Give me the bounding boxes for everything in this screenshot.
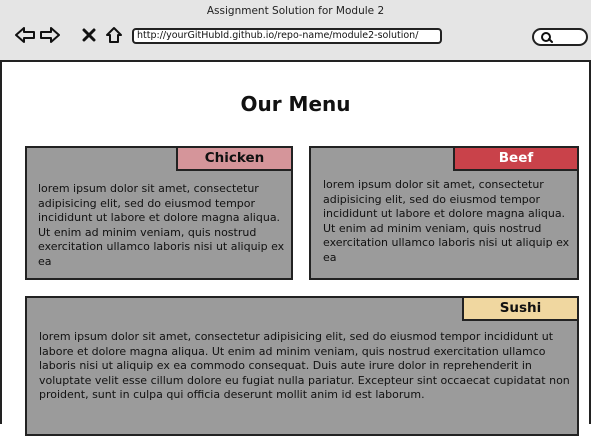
window-title: Assignment Solution for Module 2 [206, 5, 385, 17]
forward-arrow-icon[interactable] [39, 24, 61, 46]
search-input[interactable] [532, 28, 588, 46]
search-icon [541, 32, 553, 43]
window-border-left [0, 62, 2, 424]
chicken-label: Chicken [176, 146, 293, 171]
sushi-section: Sushi lorem ipsum dolor sit amet, consec… [25, 296, 579, 436]
page-title: Our Menu [240, 92, 351, 116]
home-icon[interactable] [103, 24, 125, 46]
beef-section: Beef lorem ipsum dolor sit amet, consect… [309, 146, 579, 280]
browser-chrome: Assignment Solution for Module 2 http://… [0, 0, 591, 62]
sushi-description: lorem ipsum dolor sit amet, consectetur … [39, 330, 570, 402]
chicken-section: Chicken lorem ipsum dolor sit amet, cons… [25, 146, 293, 280]
chicken-description: lorem ipsum dolor sit amet, consectetur … [38, 182, 285, 268]
url-input[interactable]: http://yourGitHubId.github.io/repo-name/… [132, 28, 442, 44]
beef-description: lorem ipsum dolor sit amet, consectetur … [323, 178, 570, 264]
beef-label: Beef [453, 146, 579, 171]
sushi-label: Sushi [462, 296, 579, 321]
close-icon[interactable] [78, 24, 100, 46]
back-arrow-icon[interactable] [14, 24, 36, 46]
